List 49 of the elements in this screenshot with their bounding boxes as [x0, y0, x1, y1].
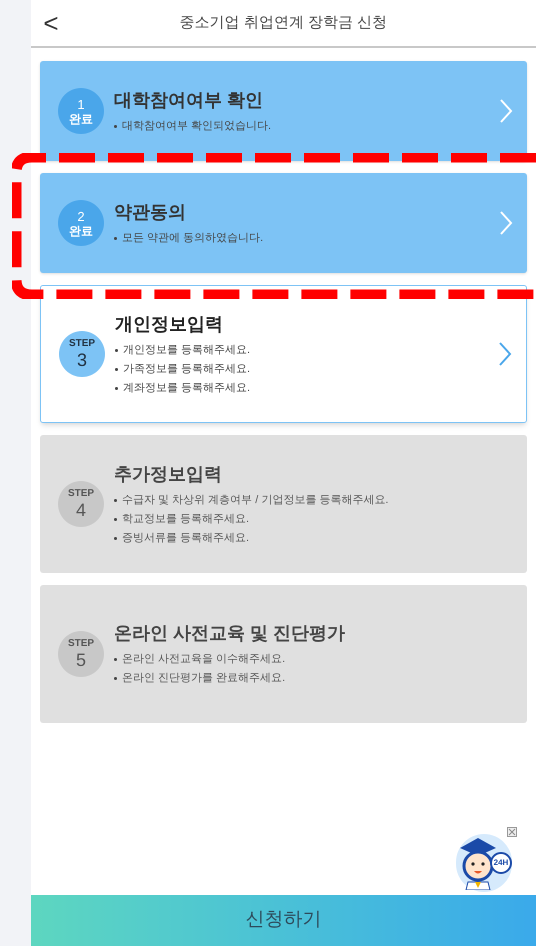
step-title: 약관동의: [114, 200, 187, 224]
step-note: 온라인 사전교육을 이수해주세요.: [122, 652, 286, 667]
step-label: STEP: [68, 489, 94, 499]
step-note: 계좌정보를 등록해주세요.: [123, 380, 250, 396]
step-label: 4: [76, 501, 86, 519]
step-label: 5: [76, 651, 86, 669]
step-note: 대학참여여부 확인되었습니다.: [122, 118, 272, 134]
step-label: 1: [77, 98, 85, 110]
step-label: STEP: [68, 639, 94, 649]
step-card[interactable]: STEP 3 개인정보입력 개인정보를 등록해주세요. 가족정보를 등록해주세요. 계좌정보를 등록해주세요.: [40, 285, 527, 423]
bullet-icon: [114, 536, 117, 540]
step-card[interactable]: 1 완료 대학참여여부 확인 대학참여여부 확인되었습니다.: [40, 61, 527, 161]
step-card[interactable]: STEP 4 추가정보입력 수급자 및 차상위 계층여부 / 기업정보를 등록해주세요. 학교정보를 등록해주세요. 증빙서류를 등록해주세요.: [40, 435, 527, 573]
bullet-icon: [115, 386, 118, 390]
step-note: 학교정보를 등록해주세요.: [122, 512, 250, 526]
chevron-right-icon: [499, 210, 513, 236]
bullet-icon: [114, 236, 117, 240]
step-card[interactable]: 2 완료 약관동의 모든 약관에 동의하였습니다.: [40, 173, 527, 273]
step-note: 가족정보를 등록해주세요.: [123, 362, 250, 376]
back-icon: <: [43, 10, 59, 36]
step-title: 대학참여여부 확인: [114, 88, 264, 112]
bullet-icon: [114, 498, 117, 502]
step-note: 수급자 및 차상위 계층여부 / 기업정보를 등록해주세요.: [122, 492, 388, 508]
chevron-right-icon: [498, 341, 512, 367]
step-label: 완료: [69, 224, 93, 236]
step-label: 2: [77, 210, 85, 222]
bullet-icon: [115, 348, 118, 352]
step-card[interactable]: STEP 5 온라인 사전교육 및 진단평가 온라인 사전교육을 이수해주세요. 온라인 진단평가를 완료해주세요.: [40, 585, 527, 723]
step-note: 개인정보를 등록해주세요.: [123, 342, 250, 358]
step-note: 모든 약관에 동의하였습니다.: [122, 230, 264, 246]
step-note: 온라인 진단평가를 완료해주세요.: [122, 671, 286, 686]
step-label: STEP: [68, 339, 96, 349]
back-button[interactable]: <: [37, 8, 65, 38]
step-title: 추가정보입력: [114, 462, 223, 486]
chatbot-badge: 24H: [490, 852, 512, 874]
submit-button[interactable]: 신청하기: [31, 895, 536, 946]
step-label: 3: [76, 351, 87, 369]
step-title: 온라인 사전교육 및 진단평가: [114, 622, 346, 645]
bullet-icon: [114, 124, 117, 128]
page-title: 중소기업 취업연계 장학금 신청: [180, 12, 388, 33]
chevron-right-icon: [499, 98, 513, 124]
bullet-icon: [115, 368, 118, 370]
step-title: 개인정보입력: [115, 312, 224, 336]
bullet-icon: [114, 658, 117, 661]
step-label: 완료: [69, 112, 93, 124]
bullet-icon: [114, 518, 117, 520]
step-note: 증빙서류를 등록해주세요.: [122, 530, 250, 546]
close-icon[interactable]: [507, 827, 517, 837]
bullet-icon: [114, 677, 117, 680]
